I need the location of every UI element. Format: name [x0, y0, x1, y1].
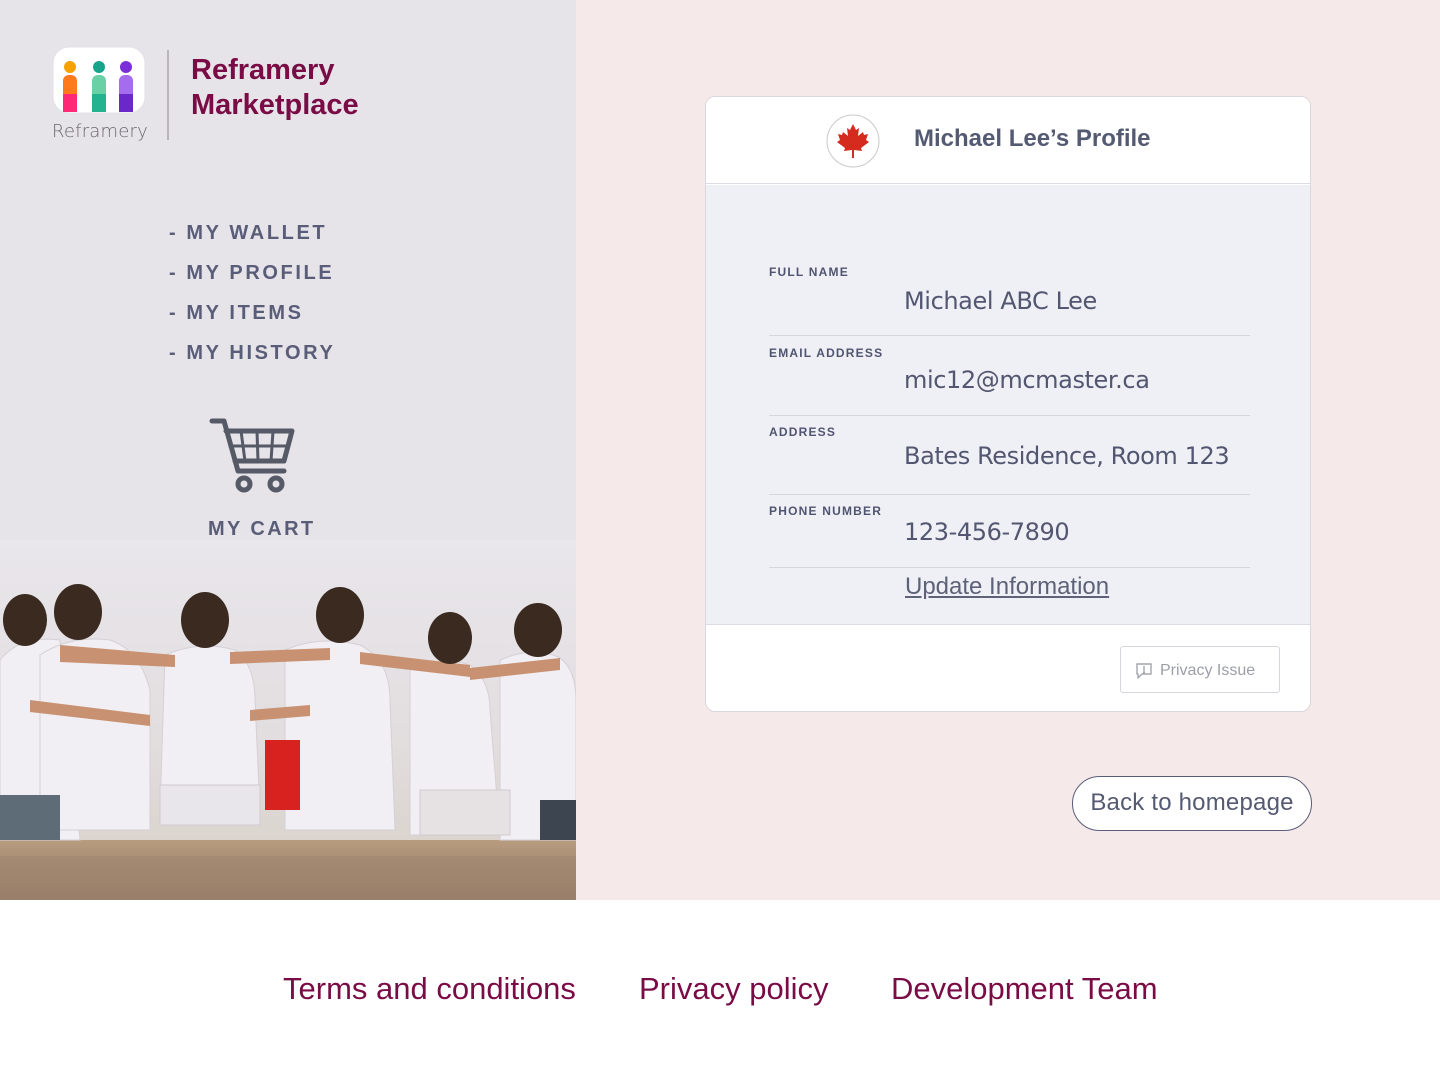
back-to-homepage-button[interactable]: Back to homepage [1072, 776, 1312, 831]
brand-title: Reframery Marketplace [191, 53, 359, 123]
email-address-label: EMAIL ADDRESS [769, 346, 884, 360]
phone-number-label: PHONE NUMBER [769, 504, 883, 518]
phone-number-field: PHONE NUMBER 123-456-7890 [769, 504, 1250, 568]
profile-card: Michael Lee’s Profile FULL NAME Michael … [705, 96, 1311, 712]
cart-label: MY CART [208, 518, 316, 540]
privacy-issue-label: Privacy Issue [1160, 662, 1256, 679]
address-field: ADDRESS Bates Residence, Room 123 [769, 425, 1250, 495]
canada-flag-icon [826, 114, 880, 168]
back-to-homepage-label: Back to homepage [1090, 789, 1294, 816]
footer: Terms and conditions Privacy policy Deve… [0, 900, 1440, 1080]
email-address-field: EMAIL ADDRESS mic12@mcmaster.ca [769, 346, 1250, 416]
update-information-link[interactable]: Update Information [905, 573, 1109, 601]
comment-alert-icon [1136, 663, 1152, 679]
logo-divider [167, 50, 169, 140]
full-name-field: FULL NAME Michael ABC Lee [769, 265, 1250, 336]
address-label: ADDRESS [769, 425, 837, 439]
privacy-issue-button[interactable]: Privacy Issue [1120, 646, 1280, 693]
phone-number-value: 123-456-7890 [904, 518, 1070, 546]
nav-item-my-wallet[interactable]: - MY WALLET [169, 220, 335, 260]
profile-card-body: FULL NAME Michael ABC Lee EMAIL ADDRESS … [706, 185, 1310, 625]
nav-item-my-profile[interactable]: - MY PROFILE [169, 260, 335, 300]
left-panel: Reframery Reframery Marketplace - MY WAL… [0, 0, 576, 900]
profile-title: Michael Lee’s Profile [914, 125, 1151, 152]
email-address-value: mic12@mcmaster.ca [904, 366, 1150, 394]
logo-wordmark: Reframery [52, 121, 149, 142]
full-name-value: Michael ABC Lee [904, 287, 1097, 315]
full-name-label: FULL NAME [769, 265, 849, 279]
brand-title-line2: Marketplace [191, 89, 359, 121]
shopping-cart-icon [209, 418, 295, 493]
sidebar-nav: - MY WALLET - MY PROFILE - MY ITEMS - MY… [169, 220, 335, 380]
friends-photo [0, 540, 576, 900]
privacy-policy-link[interactable]: Privacy policy [639, 971, 829, 1007]
brand-title-line1: Reframery [191, 54, 335, 86]
development-team-link[interactable]: Development Team [891, 971, 1158, 1007]
profile-card-header: Michael Lee’s Profile [706, 97, 1310, 184]
address-value: Bates Residence, Room 123 [904, 442, 1230, 470]
nav-item-my-history[interactable]: - MY HISTORY [169, 340, 335, 380]
terms-and-conditions-link[interactable]: Terms and conditions [283, 971, 576, 1007]
nav-item-my-items[interactable]: - MY ITEMS [169, 300, 335, 340]
